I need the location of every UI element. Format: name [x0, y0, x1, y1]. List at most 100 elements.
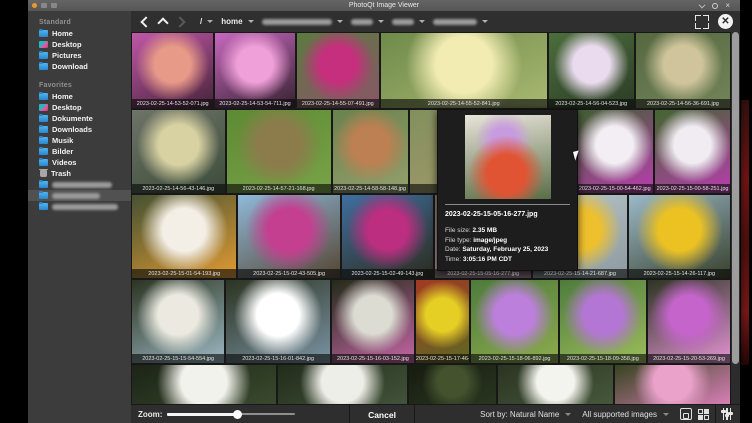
thumbnail-tile[interactable]: 2023-02-25-15-17-46-071.jpg [414, 279, 471, 364]
filetype-filter-dropdown[interactable]: All supported images [582, 410, 669, 419]
thumbnail-tile[interactable]: 2023-02-25-14-58-58-148.jpg [331, 109, 409, 194]
breadcrumb-segment[interactable] [350, 18, 384, 25]
thumbnail-filename: 2023-02-25-14-53-52-071.jpg [132, 99, 214, 108]
thumbnail-tile[interactable]: 2023-02-25-15-01-54-193.jpg [131, 194, 238, 279]
sidebar-item-label: Home [52, 29, 73, 38]
layout-view-button[interactable] [698, 408, 709, 420]
save-view-button[interactable] [680, 408, 692, 420]
sidebar-item-label: Downloads [52, 125, 93, 134]
desktop-icon [39, 104, 48, 111]
zoom-slider-handle[interactable] [233, 409, 243, 419]
chevron-down-icon [418, 20, 425, 23]
breadcrumb-segment[interactable]: home [221, 17, 254, 26]
sidebar-item-redacted[interactable] [28, 190, 131, 201]
tooltip-detail-row: File type: image/jpeg [445, 236, 508, 244]
zoom-slider-fill [167, 412, 238, 416]
scrollbar[interactable] [731, 32, 740, 404]
settings-button[interactable] [721, 408, 733, 420]
thumbnail-tile[interactable]: 2023-02-25-15-00-58-251.jpg [654, 109, 731, 194]
sidebar-item-label: Trash [51, 169, 72, 178]
sidebar-item-bilder[interactable]: Bilder [28, 146, 131, 157]
filter-dropdown-label: All supported images [582, 409, 657, 419]
thumbnail-tile[interactable]: 2023-02-25-15-00-54-462.jpg [575, 109, 655, 194]
thumbnail-tile[interactable] [131, 364, 277, 404]
cancel-button[interactable]: Cancel [368, 410, 396, 420]
sidebar-item-redacted[interactable] [28, 179, 131, 190]
thumbnail-filename: 2023-02-25-14-56-04-523.jpg [548, 99, 634, 108]
sidebar-item-redacted[interactable] [28, 201, 131, 212]
thumbnail-tile[interactable]: 2023-02-25-15-16-01-842.jpg [225, 279, 331, 364]
thumbnail-tile[interactable]: 2023-02-25-14-56-04-523.jpg [547, 32, 635, 109]
breadcrumb-segment[interactable] [432, 18, 488, 25]
sidebar-item-videos[interactable]: Videos [28, 157, 131, 168]
thumbnail-tile[interactable] [496, 364, 614, 404]
sidebar-item-trash[interactable]: Trash [28, 168, 131, 179]
folder-icon [39, 190, 48, 199]
thumbnail-row: 2023-02-25-14-53-52-071.jpg 2023-02-25-14… [131, 32, 731, 109]
sidebar-item-label: Pictures [52, 51, 82, 60]
thumbnail-tile[interactable]: 2023-02-25-15-18-09-358.jpg [558, 279, 647, 364]
thumbnail-tile[interactable]: 2023-02-25-14-56-36-691.jpg [634, 32, 731, 109]
thumbnail-tile[interactable]: 2023-02-25-14-55-07-491.jpg [295, 32, 380, 109]
sidebar-item-label: Videos [52, 158, 77, 167]
thumbnail-tile[interactable] [613, 364, 731, 404]
sidebar-item-desktop[interactable]: Desktop [28, 39, 131, 50]
zoom-control: Zoom: [131, 409, 349, 419]
thumbnail-filename: 2023-02-25-14-57-21-168.jpg [226, 184, 331, 193]
sidebar-item-musik[interactable]: Musik [28, 135, 131, 146]
thumbnail-tile[interactable] [276, 364, 409, 404]
tooltip-detail-row: Date: Saturday, February 25, 2023 [445, 246, 549, 253]
folder-icon [39, 113, 48, 122]
sidebar-section-gap [28, 72, 131, 79]
forward-button[interactable] [174, 15, 188, 29]
zoom-slider[interactable] [167, 409, 296, 419]
thumbnail-tile[interactable]: 2023-02-25-15-20-53-269.jpg [647, 279, 731, 364]
thumbnail-row: 2023-02-25-15-15-54-554.jpg 2023-02-25-15… [131, 279, 731, 364]
thumbnail-tile[interactable]: 2023-02-25-14-53-52-071.jpg [131, 32, 215, 109]
sidebar-item-desktop[interactable]: Desktop [28, 102, 131, 113]
close-dialog-icon[interactable]: ✕ [718, 14, 733, 29]
sidebar-item-label: Dokumente [52, 114, 93, 123]
breadcrumb-segment[interactable]: / [200, 17, 214, 26]
thumbnail-filename: 2023-02-25-15-02-49-143.jpg [341, 269, 434, 278]
thumbnail-tile[interactable]: 2023-02-25-15-02-49-143.jpg [340, 194, 435, 279]
sort-dropdown[interactable]: Sort by: Natural Name [480, 410, 572, 419]
chevron-down-icon [336, 20, 343, 23]
thumbnail-filename: 2023-02-25-15-00-54-462.jpg [576, 184, 654, 193]
sidebar-item-home[interactable]: Home [28, 28, 131, 39]
sidebar-item-dokumente[interactable]: Dokumente [28, 113, 131, 124]
thumbnail-filename: 2023-02-25-15-18-06-892.jpg [471, 354, 558, 363]
breadcrumb-segment[interactable] [261, 18, 343, 25]
thumbnail-tile[interactable]: 2023-02-25-15-18-06-892.jpg [470, 279, 559, 364]
fullscreen-icon[interactable] [695, 14, 709, 29]
sidebar-item-downloads[interactable]: Downloads [28, 124, 131, 135]
breadcrumb-segment[interactable] [391, 18, 425, 25]
sidebar-item-download[interactable]: Download [28, 61, 131, 72]
back-button[interactable] [138, 15, 152, 29]
scrollbar-thumb[interactable] [732, 32, 739, 364]
folder-icon [39, 61, 48, 70]
sidebar-item-label: Desktop [52, 40, 82, 49]
sidebar-item-home[interactable]: Home [28, 91, 131, 102]
divider [715, 405, 716, 423]
chevron-down-icon [207, 20, 214, 23]
thumbnail-tile[interactable]: 2023-02-25-15-02-43-505.jpg [237, 194, 341, 279]
up-button[interactable] [156, 15, 170, 29]
window-content: Standard Home Desktop Pictures Download Favor… [28, 11, 740, 423]
thumbnail-tile[interactable]: 2023-02-25-15-16-03-152.jpg [330, 279, 415, 364]
thumbnail-filename: 2023-02-25-15-20-53-269.jpg [648, 354, 730, 363]
thumbnail-row: 2023-02-25-15-01-54-193.jpg 2023-02-25-15… [131, 194, 731, 279]
sidebar-item-pictures[interactable]: Pictures [28, 50, 131, 61]
thumbnail-tile[interactable] [408, 364, 497, 404]
thumbnail-filename: 2023-02-25-15-16-03-152.jpg [331, 354, 414, 363]
sidebar-section-header: Favorites [39, 82, 72, 89]
redacted-label [52, 203, 118, 210]
tooltip-details: File size: 2.35 MB File type: image/jpeg D… [445, 226, 570, 264]
thumbnail-tile[interactable]: 2023-02-25-15-15-54-554.jpg [131, 279, 226, 364]
thumbnail-tile[interactable]: 2023-02-25-14-53-54-711.jpg [214, 32, 296, 109]
folder-icon [39, 135, 48, 144]
thumbnail-tile[interactable]: 2023-02-25-15-14-26-117.jpg [627, 194, 731, 279]
thumbnail-tile[interactable]: 2023-02-25-14-55-52-841.jpg [379, 32, 548, 109]
thumbnail-tile[interactable]: 2023-02-25-14-57-21-168.jpg [225, 109, 332, 194]
thumbnail-tile[interactable]: 2023-02-25-14-56-43-146.jpg [131, 109, 226, 194]
